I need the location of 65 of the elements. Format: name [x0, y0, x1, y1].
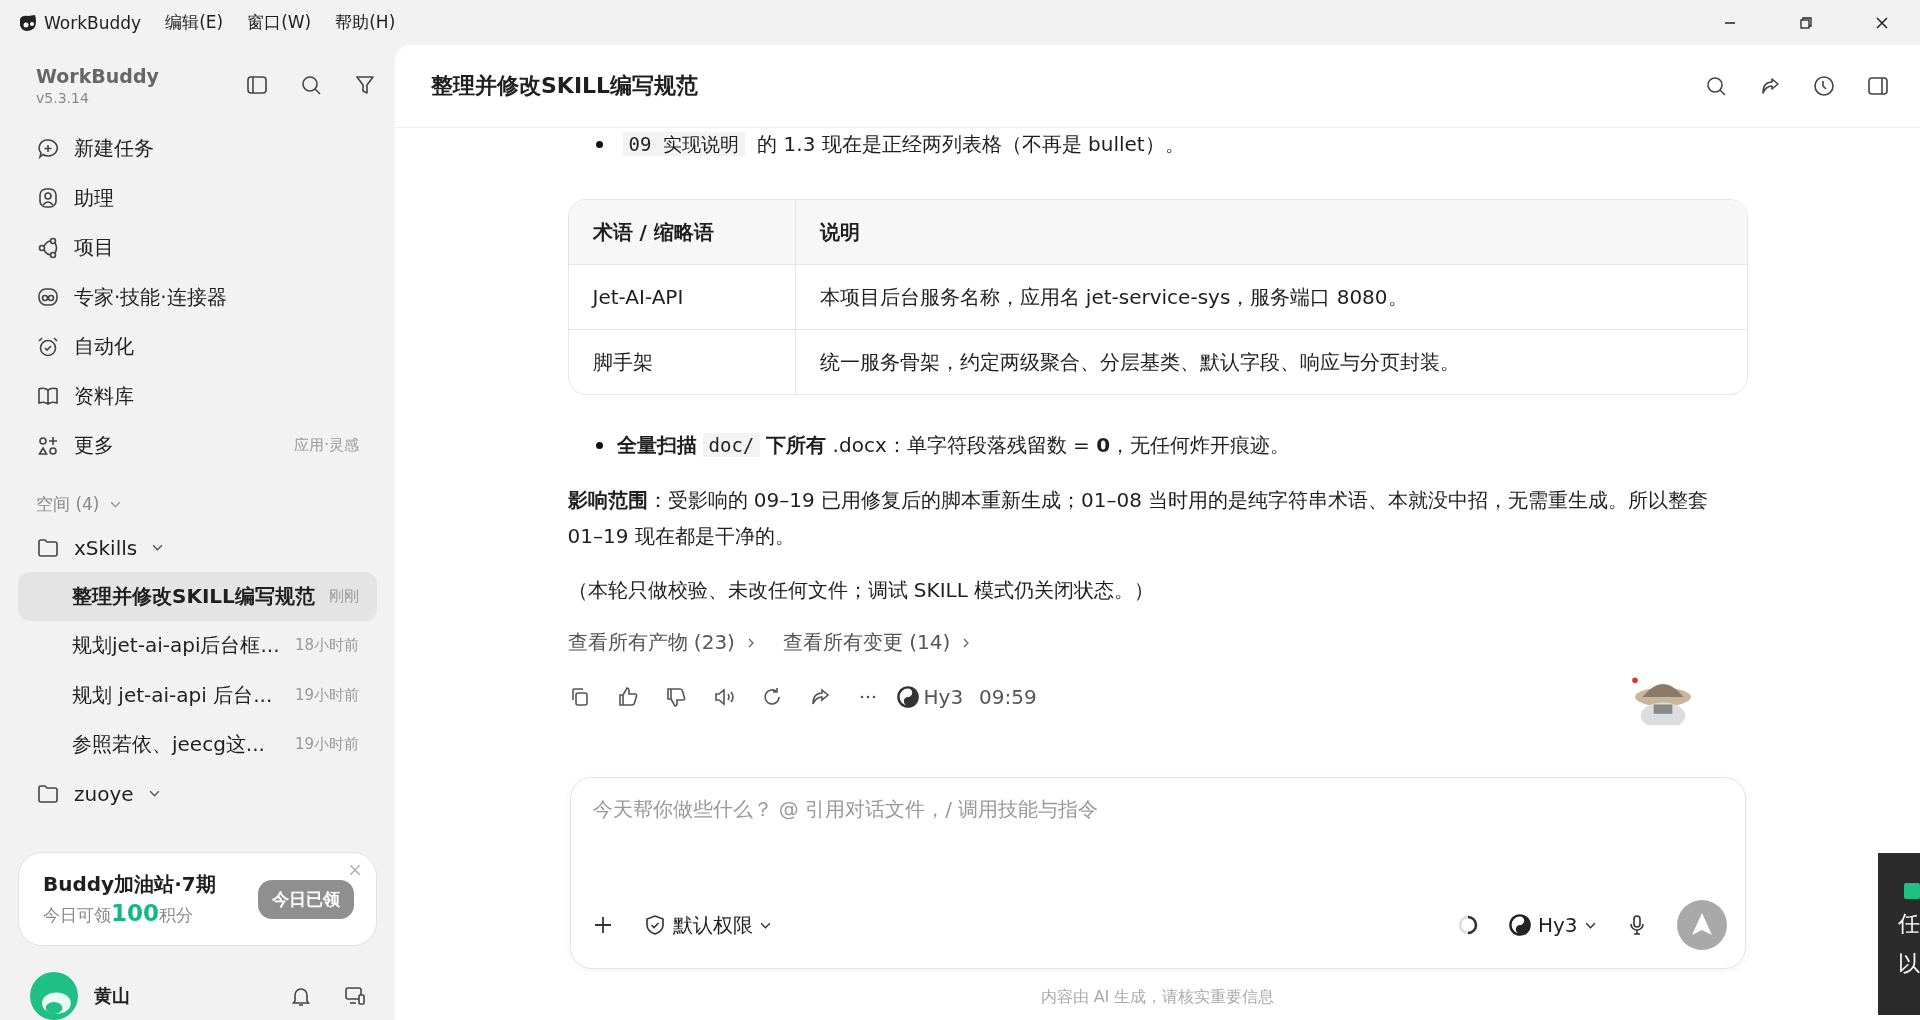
table-cell-text: 本项目后台服务名称，应用名 jet-service-sys，服务端口 8080。 [818, 283, 1409, 311]
folder-name[interactable]: zuoye [74, 781, 134, 806]
conversation-title: 整理并修改SKILL编写规范 [431, 72, 699, 100]
devices-icon[interactable] [343, 984, 367, 1008]
section-label: 空间 (4) [36, 492, 100, 516]
close-icon[interactable] [1874, 14, 1890, 31]
side-widget[interactable]: 任 以 [1878, 853, 1920, 1015]
task-item[interactable]: 参照若依、jeecg这... 19小时前 [18, 720, 377, 770]
model-label: Hy3 [895, 680, 964, 714]
nav-item[interactable]: 自动化 [18, 322, 377, 372]
sidebar-toggle-icon[interactable] [245, 73, 269, 97]
model-logo-icon [1507, 913, 1532, 937]
nav-item[interactable]: 新建任务 [18, 124, 377, 174]
task-item[interactable]: 规划jet-ai-api后台框... 18小时前 [18, 621, 377, 671]
filter-icon[interactable] [353, 73, 377, 97]
app-title: WorkBuddy [36, 65, 159, 87]
disclaimer-text: 内容由 AI 生成，请核实重要信息 [1039, 986, 1276, 1008]
search-icon[interactable] [1704, 74, 1728, 98]
panel-toggle-icon[interactable] [1866, 74, 1890, 98]
menu-item[interactable]: 帮助(H) [335, 11, 396, 34]
nodes-icon [36, 235, 60, 260]
search-icon[interactable] [299, 73, 323, 97]
message-input[interactable]: 今天帮你做些什么？ @ 引用对话文件，/ 调用技能与指令 [590, 796, 1731, 822]
chat-plus-icon [36, 136, 60, 161]
permission-dropdown[interactable]: 默认权限 [642, 911, 772, 939]
nav-hint: 应用·灵感 [294, 436, 359, 456]
app-logo-icon [18, 12, 38, 33]
model-dropdown[interactable]: Hy3 [1507, 913, 1597, 937]
task-item[interactable]: 整理并修改SKILL编写规范 刚刚 [18, 571, 377, 621]
table-cell: Jet-AI-API [568, 265, 796, 329]
widget-text: 以 [1898, 950, 1920, 978]
bullet-icon [595, 442, 603, 449]
paragraph: （本轮只做校验、未改任何文件；调试 SKILL 模式仍关闭状态。） [567, 577, 1156, 604]
table-cell: 脚手架 [568, 330, 796, 394]
nav-item[interactable]: 助理 [18, 173, 377, 223]
nav-item[interactable]: 更多 应用·灵感 [18, 421, 377, 471]
model-logo-icon [895, 685, 920, 709]
column-header: 术语 / 缩略语 [568, 200, 796, 264]
alarm-clock-icon [36, 334, 60, 359]
table-cell-text: 统一服务骨架，约定两级聚合、分层基类、默认字段、响应与分页封装。 [818, 348, 1461, 376]
paragraph: 影响范围：受影响的 09–19 已用修复后的脚本重新生成；01–08 当时用的是纯字符串术语、本就没中招，无需重生成。所以整套 01–19 现在都是干净的。 [567, 487, 1710, 550]
clock-icon[interactable] [1812, 74, 1836, 98]
view-link[interactable]: 查看所有产物 (23) [567, 626, 757, 659]
promo-subtitle: 今日可领100积分 [43, 900, 194, 927]
folder-name[interactable]: xSkills [74, 535, 138, 560]
nav-item[interactable]: 项目 [18, 223, 377, 273]
widget-text: 任 [1898, 910, 1920, 938]
promo-title: Buddy加油站·7期 [43, 871, 216, 898]
bullet-item: 全量扫描 doc/ 下所有 .docx：单字符段落残留数 = 0，无任何炸开痕迹。 [616, 432, 1291, 459]
bullet-icon [595, 141, 603, 148]
menu-item[interactable]: 编辑(E) [165, 11, 224, 34]
app-name: WorkBuddy [44, 12, 142, 33]
task-item[interactable]: 规划 jet-ai-api 后台... 19小时前 [18, 670, 377, 720]
person-icon [36, 186, 60, 211]
restore-icon[interactable] [1798, 14, 1814, 31]
bullet-item: 09 实现说明 的 1.3 现在是正经两列表格（不再是 bullet）。 [616, 128, 1185, 161]
nav-item[interactable]: 专家·技能·连接器 [18, 272, 377, 322]
nav-item[interactable]: 资料库 [18, 371, 377, 421]
version-label: v5.3.14 [36, 90, 90, 106]
user-name: 黄山 [94, 984, 130, 1008]
view-link[interactable]: 查看所有变更 (14) [782, 626, 973, 659]
column-header: 说明 [818, 218, 861, 246]
timestamp: 09:59 [979, 683, 1037, 711]
app-icon [1904, 883, 1920, 899]
menu-item[interactable]: 窗口(W) [247, 11, 312, 34]
